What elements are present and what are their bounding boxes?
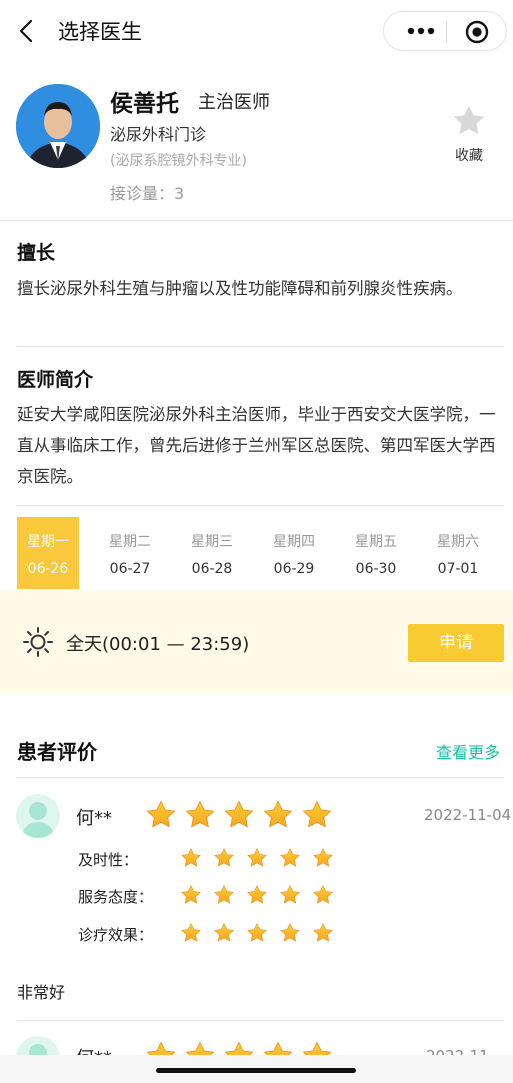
star-icon [313,923,333,942]
home-indicator [156,1068,356,1073]
star-icon [181,923,201,942]
doctor-photo-icon [16,84,100,168]
review-date: 2022-11-04 [424,806,512,824]
star-icon [313,885,333,904]
date-tab-date: 06-28 [191,561,233,577]
time-slot-row: 全天(00:01 — 23:59) 申请 [0,590,513,694]
favorite-button[interactable]: 收藏 [440,103,498,165]
more-dots-icon[interactable] [402,20,440,42]
doctor-title: 主治医师 [198,92,270,113]
page-title: 选择医生 [58,20,142,44]
criteria-label: 诊疗效果： [78,926,154,944]
star-icon [181,885,201,904]
criteria-label: 及时性： [78,851,139,869]
close-target-icon[interactable] [464,19,490,45]
doctor-specialty: (泌尿系腔镜外科专业) [110,153,247,169]
back-arrow-icon[interactable] [14,18,40,44]
mini-program-capsule [383,11,507,51]
star-icon [185,800,215,828]
date-tab-date: 07-01 [437,561,479,577]
star-icon [247,923,267,942]
doctor-department: 泌尿外科门诊 [110,125,207,144]
date-tab[interactable]: 星期四 06-29 [263,517,325,589]
star-icon [214,848,234,867]
overall-rating [145,799,340,831]
star-icon [280,848,300,867]
date-tab[interactable]: 星期六 07-01 [427,517,489,589]
date-tab-date: 06-30 [355,561,397,577]
capsule-divider [446,21,447,42]
time-slot-label: 全天(00:01 — 23:59) [66,634,250,655]
date-tab-weekday: 星期五 [355,534,397,550]
date-tab[interactable]: 星期二 06-27 [99,517,161,589]
star-icon [181,848,201,867]
divider [17,505,504,506]
date-tab-date: 06-29 [273,561,315,577]
user-avatar-icon [21,802,55,838]
date-tab-date: 06-27 [109,561,151,577]
star-icon [247,885,267,904]
date-tab-weekday: 星期一 [27,534,69,550]
date-tab-weekday: 星期四 [273,534,315,550]
consult-count: 接诊量：3 [110,184,185,203]
date-tab[interactable]: 星期五 06-30 [345,517,407,589]
divider [17,1020,504,1021]
expertise-text: 擅长泌尿外科生殖与肿瘤以及性功能障碍和前列腺炎性疾病。 [17,279,463,298]
divider [0,220,513,221]
date-tab[interactable]: 星期三 06-28 [181,517,243,589]
date-tab[interactable]: 星期一 06-26 [17,517,79,589]
date-tab-date: 06-26 [27,561,69,577]
date-tab-weekday: 星期三 [191,534,233,550]
criteria-label: 服务态度： [78,888,154,906]
criteria-rating [180,847,345,869]
doctor-avatar [16,84,100,168]
criteria-rating [180,922,345,944]
apply-button[interactable]: 申请 [408,624,504,662]
reviewer-avatar [16,794,60,838]
reviewer-name: 何** [76,808,112,829]
star-icon [146,800,176,828]
star-icon [224,800,254,828]
divider [17,346,504,347]
star-icon [313,848,333,867]
doctor-name: 侯善托 [110,91,179,117]
star-icon [280,923,300,942]
star-icon [247,848,267,867]
review-comment: 非常好 [17,983,66,1002]
sun-icon [23,627,53,657]
date-tab-weekday: 星期六 [437,534,479,550]
expertise-title: 擅长 [17,242,56,264]
star-icon [214,885,234,904]
view-more-link[interactable]: 查看更多 [436,739,500,763]
intro-text: 延安大学咸阳医院泌尿外科主治医师，毕业于西安交大医学院，一直从事临床工作，曾先后… [17,405,496,486]
star-icon [214,923,234,942]
divider [17,777,504,778]
star-icon [263,800,293,828]
favorite-label: 收藏 [455,148,483,164]
star-outline-icon [453,105,485,135]
star-icon [280,885,300,904]
intro-title: 医师简介 [17,369,94,391]
criteria-rating [180,884,345,906]
star-icon [302,800,332,828]
date-tab-weekday: 星期二 [109,534,151,550]
reviews-title: 患者评价 [17,740,97,764]
